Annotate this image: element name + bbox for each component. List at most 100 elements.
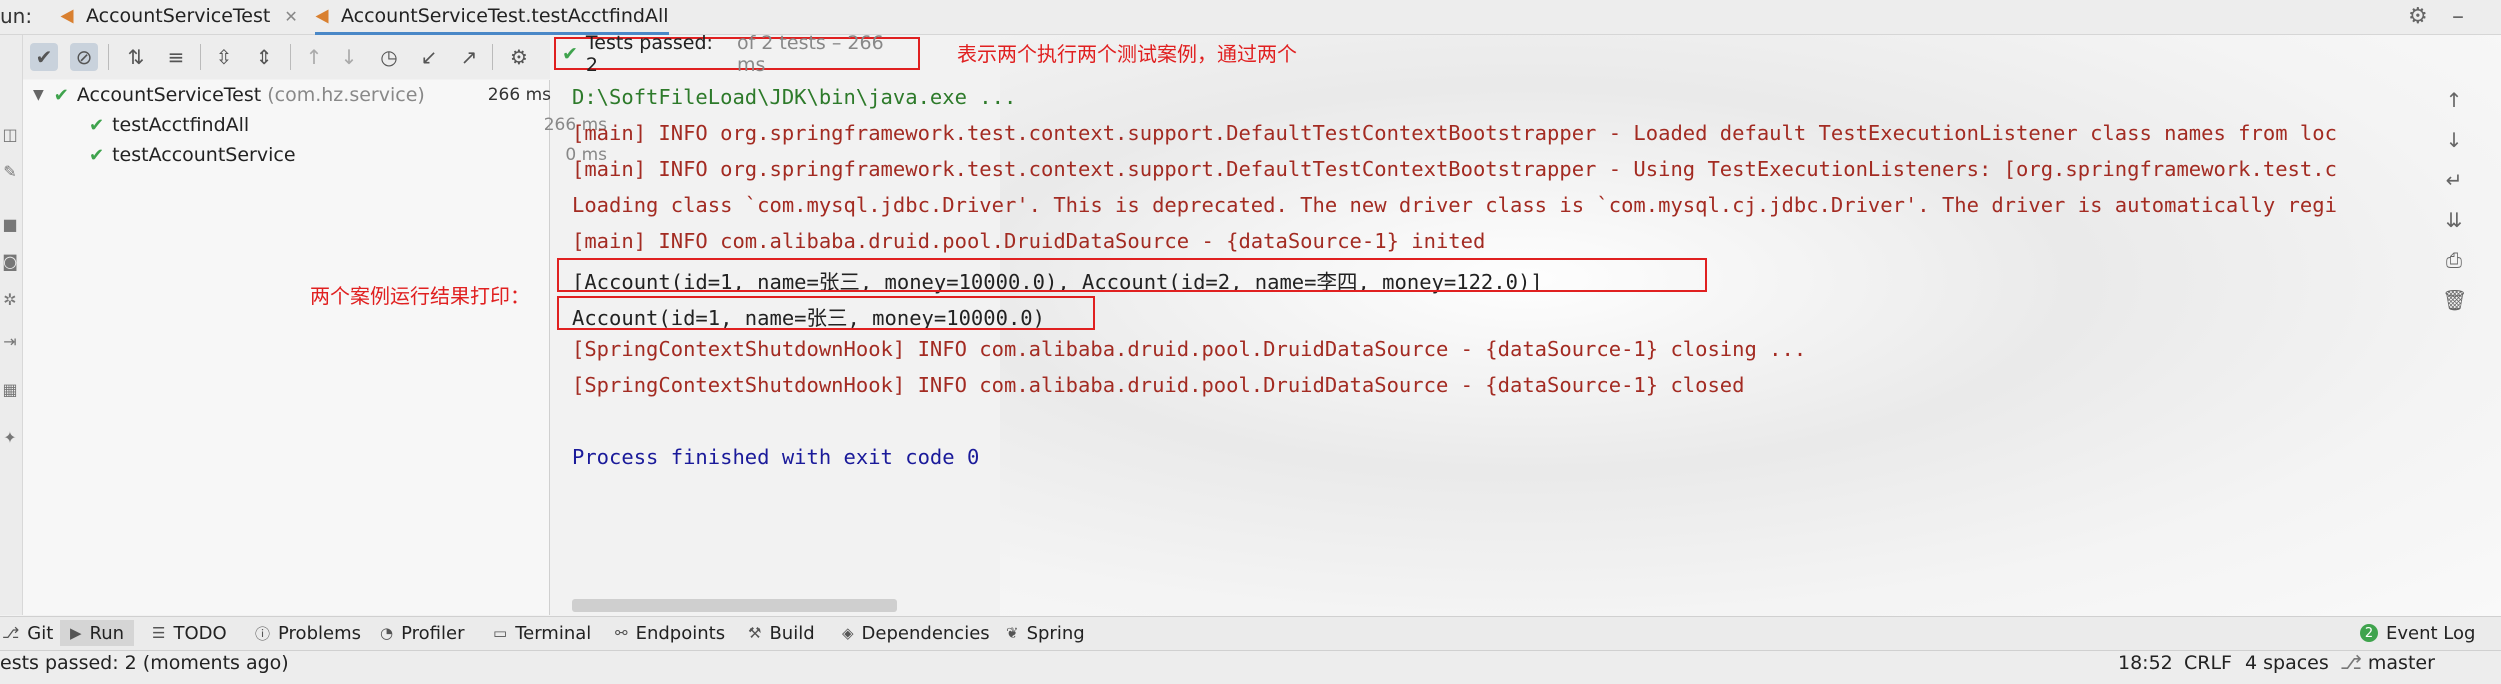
horizontal-scrollbar[interactable] (572, 599, 897, 612)
camera-icon[interactable]: ◫ (0, 125, 20, 145)
pass-check-icon: ✔ (562, 42, 578, 65)
next-failed-icon[interactable]: ↓ (335, 43, 363, 71)
stop-icon[interactable]: ■ (0, 215, 20, 235)
run-icon: ▶ (70, 624, 82, 642)
console-line: [main] INFO org.springframework.test.con… (572, 157, 2337, 181)
git-icon: ⎇ (2, 624, 20, 642)
login-icon[interactable]: ⇥ (0, 332, 20, 352)
screenshot-icon[interactable]: ◙ (0, 252, 20, 272)
highlight-box-list (557, 258, 1707, 292)
history-icon[interactable]: ◷ (375, 43, 403, 71)
test-tree: ▼ ✔ AccountServiceTest (com.hz.service) … (23, 80, 607, 615)
tool-label: Git (27, 622, 54, 644)
todo-icon: ☰ (152, 624, 166, 642)
settings-icon[interactable]: ⚙ (505, 43, 533, 71)
pass-check-icon: ✔ (89, 114, 105, 136)
root-name: AccountServiceTest (76, 84, 262, 106)
annotation-top: 表示两个执行两个测试案例，通过两个 (957, 42, 1297, 66)
highlight-box-single (557, 296, 1095, 330)
tool-label: Build (769, 622, 815, 644)
status-message[interactable]: ests passed: 2 (moments ago) (0, 652, 289, 674)
tool-label: Spring (1026, 622, 1085, 644)
tool-problems[interactable]: ⓘ Problems (255, 620, 361, 646)
gear-small-icon[interactable]: ✲ (0, 290, 20, 310)
tree-item-test-acct-find-all[interactable]: ✔ testAcctfindAll 266 ms (23, 110, 615, 140)
annotation-left: 两个案例运行结果打印： (310, 284, 530, 308)
tool-build[interactable]: ⚒ Build (748, 620, 815, 646)
console-line: [main] INFO com.alibaba.druid.pool.Druid… (572, 229, 1486, 253)
wrench-icon[interactable]: ✎ (0, 162, 20, 182)
expand-all-icon[interactable]: ⇳ (210, 43, 238, 71)
tool-todo[interactable]: ☰ TODO (152, 620, 227, 646)
tests-passed-status: ✔ Tests passed: 2 of 2 tests – 266 ms (554, 32, 920, 76)
tool-endpoints[interactable]: ⚯ Endpoints (615, 620, 725, 646)
branch-icon: ⎇ (2340, 652, 2362, 674)
sort-duration-icon[interactable]: ≡ (162, 43, 190, 71)
collapse-all-icon[interactable]: ⇕ (250, 43, 278, 71)
chevron-down-icon[interactable]: ▼ (33, 87, 44, 103)
console-line: [SpringContextShutdownHook] INFO com.ali… (572, 373, 1745, 397)
console-line[interactable]: D:\SoftFileLoad\JDK\bin\java.exe ... (572, 85, 1016, 109)
run-label: un: (0, 4, 33, 28)
close-icon[interactable]: ✕ (284, 7, 297, 26)
test-name: testAcctfindAll (112, 114, 250, 136)
tests-passed-label: Tests passed: 2 (585, 31, 713, 76)
status-branch[interactable]: ⎇ master (2340, 652, 2435, 674)
run-config-icon (60, 9, 74, 23)
import-icon[interactable]: ↙ (415, 43, 443, 71)
show-passed-icon[interactable]: ✔ (30, 43, 58, 71)
toolbar-divider (290, 44, 291, 70)
up-arrow-icon[interactable]: ↑ (2442, 88, 2466, 112)
tool-profiler[interactable]: ◔ Profiler (380, 620, 464, 646)
tree-item-test-account-service[interactable]: ✔ testAccountService 0 ms (23, 140, 615, 170)
tool-label: Problems (278, 622, 361, 644)
tool-event-log[interactable]: 2 Event Log (2360, 620, 2475, 646)
tool-label: Endpoints (635, 622, 726, 644)
print-icon[interactable]: ⎙ (2442, 248, 2466, 272)
tool-terminal[interactable]: ▭ Terminal (493, 620, 591, 646)
down-arrow-icon[interactable]: ↓ (2442, 128, 2466, 152)
status-line-separator[interactable]: CRLF (2184, 652, 2232, 674)
spring-leaf-icon: ❦ (1006, 624, 1019, 642)
status-indent[interactable]: 4 spaces (2245, 652, 2329, 674)
tool-dependencies[interactable]: ◈ Dependencies (842, 620, 990, 646)
layout-icon[interactable]: ▦ (0, 380, 20, 400)
tool-label: Dependencies (861, 622, 990, 644)
left-tool-strip (0, 35, 23, 615)
root-package: (com.hz.service) (267, 84, 425, 106)
status-time[interactable]: 18:52 (2118, 652, 2173, 674)
problems-icon: ⓘ (255, 624, 271, 643)
console-line: [main] INFO org.springframework.test.con… (572, 121, 2337, 145)
tool-spring[interactable]: ❦ Spring (1006, 620, 1085, 646)
gear-icon[interactable]: ⚙ (2408, 4, 2428, 29)
tool-label: Terminal (515, 622, 592, 644)
scroll-to-end-icon[interactable]: ⇊ (2442, 208, 2466, 232)
tool-label: TODO (173, 622, 227, 644)
pass-check-icon: ✔ (89, 144, 105, 166)
console-line: Loading class `com.mysql.jdbc.Driver'. T… (572, 193, 2337, 217)
pin-icon[interactable]: ✦ (0, 428, 20, 448)
event-count-badge: 2 (2360, 624, 2378, 642)
show-ignored-icon[interactable]: ⊘ (70, 43, 98, 71)
tree-root[interactable]: ▼ ✔ AccountServiceTest (com.hz.service) … (23, 80, 559, 110)
root-duration: 266 ms (487, 85, 551, 105)
tests-passed-detail: of 2 tests – 266 ms (736, 31, 884, 76)
tool-window-bar (0, 616, 2501, 651)
tool-run[interactable]: ▶ Run (60, 620, 135, 646)
profiler-icon: ◔ (380, 624, 394, 642)
tool-git[interactable]: ⎇ Git (2, 620, 53, 646)
trash-icon[interactable]: 🗑 (2442, 288, 2467, 312)
tool-label: Profiler (401, 622, 465, 644)
tool-label: Event Log (2386, 622, 2476, 644)
test-name: testAccountService (112, 144, 296, 166)
minimize-icon[interactable]: – (2452, 2, 2464, 30)
soft-wrap-icon[interactable]: ↵ (2442, 168, 2466, 192)
export-icon[interactable]: ↗ (455, 43, 483, 71)
sort-alpha-icon[interactable]: ⇅ (122, 43, 150, 71)
tab-test-acct-find-all[interactable]: AccountServiceTest.testAcctfindAll (315, 0, 669, 35)
tab-account-service-test[interactable]: AccountServiceTest ✕ (60, 0, 298, 32)
toolbar-divider (200, 44, 201, 70)
prev-failed-icon[interactable]: ↑ (300, 43, 328, 71)
hammer-icon: ⚒ (748, 624, 762, 642)
toolbar-divider (108, 44, 109, 70)
